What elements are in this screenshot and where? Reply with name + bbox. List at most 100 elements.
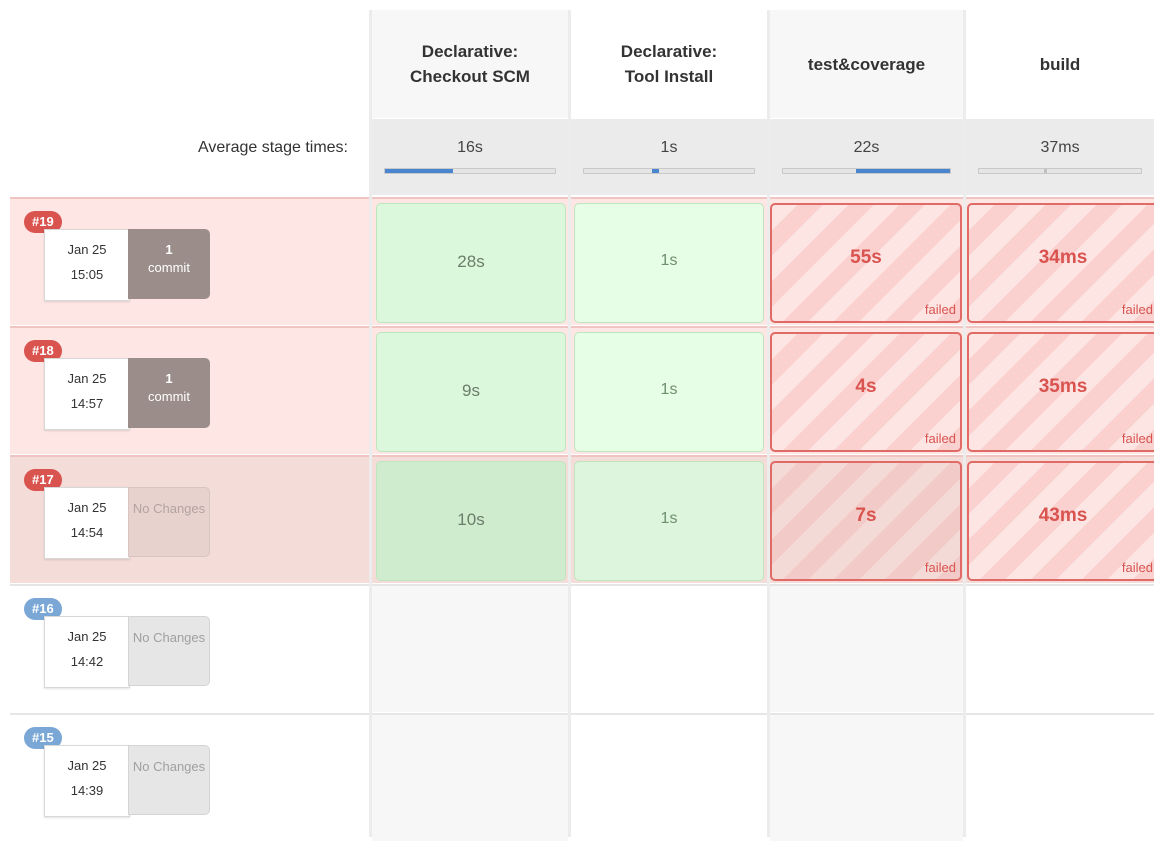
stage-cell-success[interactable]: 1s — [574, 461, 764, 581]
build-time: 15:05 — [70, 267, 104, 282]
avg-progress-bar — [384, 168, 556, 174]
stage-duration: 10s — [457, 510, 485, 529]
avg-cell-build: 37ms — [966, 119, 1154, 195]
stage-cell-failed[interactable]: 34ms failed — [967, 203, 1154, 323]
stage-cell-failed[interactable]: 43ms failed — [967, 461, 1154, 581]
build-date: Jan 25 — [67, 371, 107, 386]
stage-cell-failed[interactable]: 35ms failed — [967, 332, 1154, 452]
failed-label: failed — [1121, 431, 1153, 446]
stage-view: Declarative: Checkout SCM Declarative: Too… — [0, 0, 1154, 843]
build-row-16: #16 Jan 25 14:42 No Changes — [10, 584, 1154, 714]
no-changes-label: No Changes — [132, 501, 206, 516]
column-divider — [767, 10, 770, 837]
empty-stage-cell — [571, 586, 767, 712]
stage-header-line1: build — [1039, 54, 1081, 74]
no-changes-box: No Changes — [128, 745, 210, 815]
column-divider — [369, 10, 372, 837]
stage-duration: 1s — [660, 510, 678, 527]
avg-time: 16s — [457, 139, 483, 156]
build-summary: #18 Jan 25 14:57 1 commit — [10, 328, 370, 456]
stage-header-line2: Tool Install — [624, 67, 714, 86]
build-summary: #15 Jan 25 14:39 No Changes — [10, 715, 370, 843]
stage-duration: 35ms — [1038, 376, 1088, 397]
avg-cell-checkout-scm: 16s — [372, 119, 568, 195]
stage-cell-success[interactable]: 10s — [376, 461, 566, 581]
no-changes-box: No Changes — [128, 616, 210, 686]
empty-stage-cell — [770, 586, 963, 712]
avg-progress-bar — [978, 168, 1142, 174]
build-date: Jan 25 — [67, 758, 107, 773]
commits-button[interactable]: 1 commit — [128, 229, 210, 299]
build-date-box: Jan 25 15:05 — [44, 229, 130, 301]
column-divider — [568, 10, 571, 837]
stage-cell-success[interactable]: 9s — [376, 332, 566, 452]
stage-header-line1: test&coverage — [807, 54, 926, 74]
stage-duration: 55s — [850, 247, 882, 268]
build-date-box: Jan 25 14:42 — [44, 616, 130, 688]
build-row-19: #19 Jan 25 15:05 1 commit 28s 1s 55s fai… — [10, 197, 1154, 325]
build-time: 14:57 — [70, 396, 104, 411]
stage-cell-success[interactable]: 1s — [574, 332, 764, 452]
stage-header-test-coverage[interactable]: test&coverage — [770, 10, 963, 118]
stage-header-build[interactable]: build — [966, 10, 1154, 118]
avg-progress-bar — [782, 168, 951, 174]
empty-stage-cell — [966, 586, 1154, 712]
stage-cell-success[interactable]: 1s — [574, 203, 764, 323]
avg-progress-fill — [1043, 169, 1048, 173]
no-changes-box: No Changes — [128, 487, 210, 557]
stage-duration: 28s — [457, 252, 485, 271]
empty-stage-cell — [966, 715, 1154, 841]
build-date-box: Jan 25 14:39 — [44, 745, 130, 817]
avg-time: 37ms — [1040, 139, 1080, 156]
avg-cell-tool-install: 1s — [571, 119, 767, 195]
empty-stage-cell — [571, 715, 767, 841]
commit-label: commit — [148, 389, 190, 404]
stage-header-line2: Checkout SCM — [410, 67, 530, 86]
failed-label: failed — [1121, 560, 1153, 575]
stage-cell-failed[interactable]: 7s failed — [770, 461, 962, 581]
build-row-17: #17 Jan 25 14:54 No Changes 10s 1s 7s fa… — [10, 455, 1154, 583]
failed-label: failed — [924, 560, 956, 575]
stage-cell-failed[interactable]: 4s failed — [770, 332, 962, 452]
commit-count: 1 — [165, 242, 173, 257]
avg-progress-bar — [583, 168, 755, 174]
avg-time: 1s — [660, 139, 678, 156]
commit-label: commit — [148, 260, 190, 275]
stage-duration: 43ms — [1038, 505, 1088, 526]
avg-cell-test-coverage: 22s — [770, 119, 963, 195]
stage-duration: 1s — [660, 252, 678, 269]
stage-duration: 9s — [462, 381, 480, 400]
build-row-18: #18 Jan 25 14:57 1 commit 9s 1s 4s faile… — [10, 326, 1154, 454]
empty-stage-cell — [372, 586, 568, 712]
build-time: 14:39 — [70, 783, 104, 798]
average-stage-times-label: Average stage times: — [197, 139, 348, 156]
failed-label: failed — [924, 431, 956, 446]
column-divider — [963, 10, 966, 837]
failed-label: failed — [924, 302, 956, 317]
stage-header-tool-install[interactable]: Declarative: Tool Install — [571, 10, 767, 118]
empty-stage-cell — [770, 715, 963, 841]
stage-duration: 4s — [855, 376, 877, 397]
avg-progress-fill — [856, 169, 950, 173]
stage-cell-failed[interactable]: 55s failed — [770, 203, 962, 323]
commit-count: 1 — [165, 371, 173, 386]
stage-duration: 34ms — [1038, 247, 1088, 268]
avg-progress-fill — [652, 169, 659, 173]
stage-header-line1: Declarative: — [421, 42, 519, 61]
build-date: Jan 25 — [67, 629, 107, 644]
stage-cell-success[interactable]: 28s — [376, 203, 566, 323]
no-changes-label: No Changes — [132, 759, 206, 774]
no-changes-label: No Changes — [132, 630, 206, 645]
commits-button[interactable]: 1 commit — [128, 358, 210, 428]
build-summary: #17 Jan 25 14:54 No Changes — [10, 457, 370, 585]
stage-header-checkout-scm[interactable]: Declarative: Checkout SCM — [372, 10, 568, 118]
build-date: Jan 25 — [67, 500, 107, 515]
build-summary: #19 Jan 25 15:05 1 commit — [10, 199, 370, 327]
build-date-box: Jan 25 14:57 — [44, 358, 130, 430]
empty-stage-cell — [372, 715, 568, 841]
stage-duration: 7s — [855, 505, 877, 526]
build-row-15: #15 Jan 25 14:39 No Changes — [10, 713, 1154, 843]
build-time: 14:54 — [70, 525, 104, 540]
avg-progress-fill — [385, 169, 453, 173]
build-summary: #16 Jan 25 14:42 No Changes — [10, 586, 370, 714]
